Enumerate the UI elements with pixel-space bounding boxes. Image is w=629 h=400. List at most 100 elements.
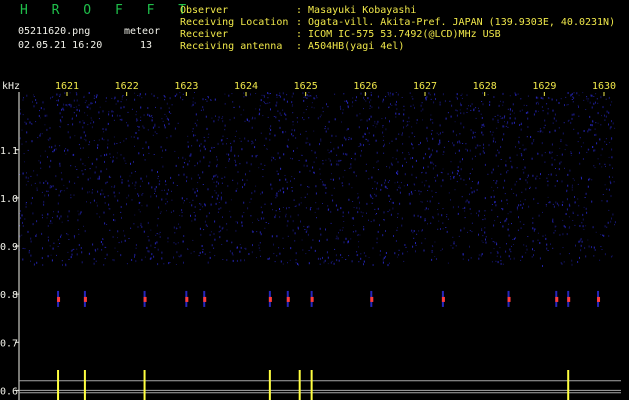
noise-pixel <box>505 250 507 253</box>
noise-pixel <box>412 98 414 100</box>
noise-pixel <box>471 222 473 224</box>
noise-pixel <box>359 143 361 145</box>
noise-pixel <box>551 98 553 101</box>
noise-pixel <box>537 101 539 103</box>
noise-pixel <box>230 216 232 218</box>
noise-pixel <box>142 147 144 149</box>
noise-pixel <box>292 121 294 123</box>
noise-pixel <box>19 108 21 110</box>
noise-pixel <box>428 185 430 188</box>
noise-pixel <box>214 190 216 192</box>
noise-pixel <box>162 120 164 122</box>
noise-pixel <box>86 201 87 203</box>
noise-pixel <box>588 179 590 181</box>
noise-pixel <box>546 103 548 105</box>
noise-pixel <box>554 129 556 132</box>
noise-pixel <box>306 193 308 195</box>
noise-pixel <box>117 199 119 202</box>
noise-pixel <box>605 98 607 100</box>
y-unit-label: kHz <box>2 81 20 92</box>
noise-pixel <box>220 230 222 232</box>
noise-pixel <box>183 200 185 202</box>
noise-pixel <box>175 264 177 265</box>
noise-pixel <box>210 99 212 100</box>
noise-pixel <box>218 202 220 203</box>
noise-pixel <box>487 173 489 175</box>
noise-pixel <box>102 243 104 246</box>
noise-pixel <box>285 131 287 133</box>
date-time: 02.05.21 16:20 <box>18 40 103 51</box>
noise-pixel <box>438 220 440 222</box>
meteor-echo <box>143 296 147 302</box>
noise-pixel <box>258 112 260 115</box>
noise-pixel <box>461 93 463 95</box>
noise-pixel <box>396 229 398 231</box>
noise-pixel <box>70 249 72 252</box>
noise-pixel <box>365 138 367 140</box>
noise-pixel <box>152 126 154 129</box>
noise-pixel <box>456 93 458 96</box>
noise-pixel <box>137 119 139 121</box>
noise-pixel <box>195 113 197 116</box>
noise-pixel <box>338 232 339 234</box>
noise-pixel <box>319 143 320 146</box>
noise-pixel <box>509 108 511 111</box>
noise-pixel <box>39 117 41 119</box>
noise-pixel <box>226 223 228 225</box>
noise-pixel <box>117 100 119 103</box>
noise-pixel <box>494 116 496 117</box>
noise-pixel <box>419 193 421 195</box>
noise-pixel <box>182 156 184 159</box>
noise-pixel <box>397 181 399 183</box>
noise-pixel <box>271 159 273 162</box>
noise-pixel <box>47 138 49 140</box>
noise-pixel <box>194 134 196 136</box>
noise-pixel <box>543 127 545 129</box>
noise-pixel <box>50 220 52 223</box>
noise-pixel <box>470 105 472 107</box>
noise-pixel <box>520 200 521 202</box>
noise-pixel <box>70 165 72 167</box>
noise-pixel <box>559 147 561 149</box>
noise-pixel <box>47 156 48 158</box>
noise-pixel <box>566 233 568 236</box>
noise-pixel <box>406 161 407 163</box>
noise-pixel <box>431 196 433 198</box>
noise-pixel <box>20 210 21 212</box>
noise-pixel <box>469 230 471 232</box>
noise-pixel <box>186 180 187 183</box>
noise-pixel <box>363 252 365 254</box>
noise-pixel <box>556 202 558 205</box>
noise-pixel <box>283 98 285 101</box>
noise-pixel <box>286 187 288 190</box>
noise-pixel <box>585 255 587 258</box>
noise-pixel <box>395 137 397 140</box>
noise-pixel <box>497 165 499 167</box>
noise-pixel <box>460 122 462 125</box>
noise-pixel <box>560 98 562 100</box>
noise-pixel <box>194 206 196 208</box>
noise-pixel <box>82 173 84 176</box>
noise-pixel <box>389 95 391 97</box>
noise-pixel <box>107 143 109 145</box>
noise-pixel <box>556 155 558 156</box>
noise-pixel <box>568 216 570 218</box>
noise-pixel <box>319 168 321 170</box>
noise-pixel <box>274 134 276 136</box>
noise-pixel <box>151 169 153 172</box>
noise-pixel <box>456 172 458 175</box>
noise-pixel <box>222 226 224 229</box>
noise-pixel <box>555 119 557 122</box>
noise-pixel <box>154 188 156 191</box>
noise-pixel <box>134 253 136 256</box>
noise-pixel <box>46 114 48 117</box>
noise-pixel <box>30 240 32 243</box>
noise-pixel <box>50 254 52 256</box>
noise-pixel <box>521 206 523 209</box>
noise-pixel <box>579 162 581 165</box>
noise-pixel <box>359 234 361 236</box>
noise-pixel <box>91 102 93 104</box>
noise-pixel <box>237 246 238 249</box>
meteor-echo <box>310 296 314 302</box>
noise-pixel <box>594 134 596 136</box>
